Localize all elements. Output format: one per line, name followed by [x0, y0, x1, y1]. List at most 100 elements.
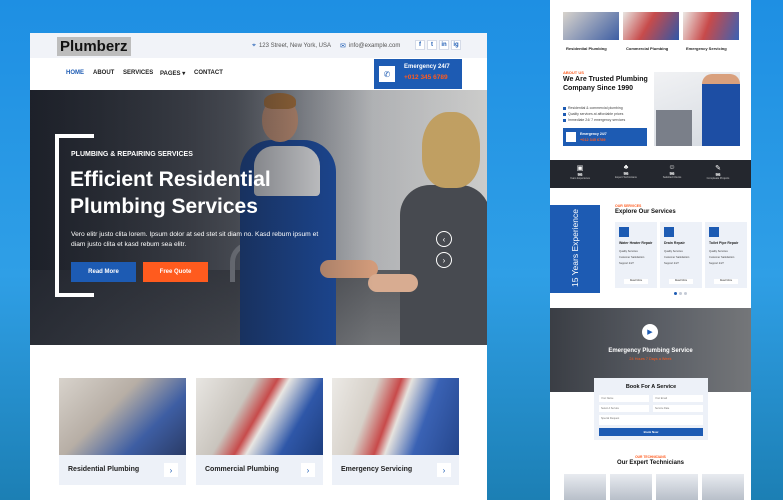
top-bar: Plumberz ⌖ 123 Street, New York, USA ✉ i… [30, 33, 487, 58]
nav-pages-label: PAGES [160, 71, 181, 77]
read-more-button[interactable]: Read More [669, 279, 693, 284]
email-info: ✉ info@example.com [340, 42, 400, 50]
nav-contact[interactable]: CONTACT [194, 70, 223, 76]
service-select[interactable]: Select A Service [599, 405, 649, 412]
services-eyebrow: OUR SERVICES [615, 204, 642, 208]
stat-label: Years Experience [569, 177, 591, 180]
mini-service-label[interactable]: Residential Plumbing [566, 46, 607, 51]
request-field[interactable]: Special Request [599, 415, 703, 425]
hero-title: Efficient Residential Plumbing Services [70, 168, 271, 218]
email-text: info@example.com [348, 43, 401, 49]
services-title: Explore Our Services [615, 209, 676, 215]
service-image-residential [59, 378, 186, 455]
service-feature: Quality Services [619, 250, 638, 253]
about-check: Immediate 24/ 7 emergency services [563, 118, 625, 122]
team-title: Our Expert Technicians [617, 460, 684, 466]
carousel-prev-icon[interactable]: ‹ [436, 231, 452, 247]
team-icon: ♣ [623, 164, 629, 171]
nav-about[interactable]: ABOUT [93, 70, 114, 76]
toilet-icon [709, 227, 719, 237]
stat-item: ☺ 96 Satisfied Clients [652, 164, 692, 179]
video-subtitle: 24 Hours 7 Days a Week [629, 357, 672, 361]
carousel-dot[interactable] [674, 292, 677, 295]
mini-service-image [623, 12, 679, 40]
team-member-photo [656, 474, 698, 500]
service-feature: Quality Services [709, 250, 728, 253]
mini-service-image [563, 12, 619, 40]
emergency-phone: +012 345 6789 [404, 74, 448, 81]
team-member-photo [702, 474, 744, 500]
stats-bar: ▣ 96 Years Experience ♣ 96 Expert Techni… [550, 160, 751, 188]
date-field[interactable]: Service Date [653, 405, 703, 412]
service-label: Commercial Plumbing [205, 466, 279, 473]
service-image-commercial [196, 378, 323, 455]
service-feature: Support 24/7 [709, 262, 724, 265]
stat-item: ✎ 96 Compleate Projects [698, 164, 738, 180]
users-icon: ☺ [668, 164, 676, 171]
name-field[interactable]: Your Name [599, 395, 649, 402]
free-quote-button[interactable]: Free Quote [143, 262, 208, 282]
book-now-button[interactable]: Book Now [599, 428, 703, 436]
mini-service-label[interactable]: Emergency Servicing [686, 46, 727, 51]
about-check: Quality services at affordable prices [563, 112, 623, 116]
mini-service-image [683, 12, 739, 40]
carousel-next-icon[interactable]: › [436, 252, 452, 268]
emergency-title: Emergency 24/7 [404, 64, 450, 70]
stat-label: Compleate Projects [706, 177, 730, 180]
service-card[interactable]: Water Heater Repair Quality Services Cus… [615, 222, 657, 288]
phone-icon [566, 132, 576, 142]
address-info: ⌖ 123 Street, New York, USA [252, 42, 331, 50]
video-title: Emergency Plumbing Service [608, 348, 693, 354]
service-card[interactable]: Drain Repair Quality Services Customer S… [660, 222, 702, 288]
booking-title: Book For A Service [625, 384, 677, 390]
full-page-preview: Residential Plumbing Commercial Plumbing… [550, 0, 751, 500]
service-feature: Support 24/7 [664, 262, 679, 265]
twitter-icon[interactable]: t [427, 40, 437, 50]
service-label: Emergency Servicing [341, 466, 413, 473]
arrow-right-icon[interactable]: › [301, 463, 315, 477]
linkedin-icon[interactable]: in [439, 40, 449, 50]
stat-item: ♣ 96 Expert Technicians [606, 164, 646, 179]
phone-icon: ✆ [379, 66, 395, 82]
team-eyebrow: OUR TECHNICIANS [635, 455, 666, 459]
arrow-right-icon[interactable]: › [437, 463, 451, 477]
site-logo[interactable]: Plumberz [57, 37, 131, 56]
read-more-button[interactable]: Read More [714, 279, 738, 284]
service-label: Residential Plumbing [68, 466, 140, 473]
team-member-photo [564, 474, 606, 500]
about-inset-image [656, 110, 692, 146]
hero-eyebrow: PLUMBING & REPAIRING SERVICES [71, 151, 193, 158]
service-card[interactable]: Toilet Pipe Repair Quality Services Cust… [705, 222, 747, 288]
service-feature: Support 24/7 [619, 262, 634, 265]
emergency-contact[interactable]: ✆ Emergency 24/7 +012 345 6789 [374, 59, 462, 89]
carousel-dot[interactable] [684, 292, 687, 295]
play-icon[interactable]: ▶ [642, 324, 658, 340]
mini-emergency-title: Emergency 24/7 [580, 132, 607, 136]
mini-service-label[interactable]: Commercial Plumbing [626, 46, 668, 51]
instagram-icon[interactable]: ig [451, 40, 461, 50]
mini-emergency-contact[interactable]: Emergency 24/7 +012 345 6789 [563, 128, 647, 146]
envelope-icon: ✉ [340, 43, 346, 50]
nav-pages[interactable]: PAGES ▾ [160, 70, 185, 77]
address-text: 123 Street, New York, USA [258, 43, 331, 49]
facebook-icon[interactable]: f [415, 40, 425, 50]
about-plumber-figure [702, 74, 740, 146]
homepage-preview: Plumberz ⌖ 123 Street, New York, USA ✉ i… [30, 33, 487, 500]
team-member-photo [610, 474, 652, 500]
wrench-icon: ✎ [715, 165, 721, 172]
carousel-dot[interactable] [679, 292, 682, 295]
service-card-commercial[interactable]: Commercial Plumbing › [196, 455, 323, 485]
years-experience-text: 15 Years Experience [570, 209, 580, 287]
calendar-icon: ▣ [576, 165, 584, 172]
stat-item: ▣ 96 Years Experience [560, 164, 600, 180]
arrow-right-icon[interactable]: › [164, 463, 178, 477]
nav-home[interactable]: HOME [66, 70, 84, 76]
read-more-button[interactable]: Read More [624, 279, 648, 284]
stat-label: Satisfied Clients [662, 176, 682, 179]
service-card-emergency[interactable]: Emergency Servicing › [332, 455, 459, 485]
read-more-button[interactable]: Read More [71, 262, 136, 282]
service-feature: Customer Satisfaction [619, 256, 645, 259]
email-field[interactable]: Your Email [653, 395, 703, 402]
service-card-residential[interactable]: Residential Plumbing › [59, 455, 186, 485]
nav-services[interactable]: SERVICES [123, 70, 153, 76]
